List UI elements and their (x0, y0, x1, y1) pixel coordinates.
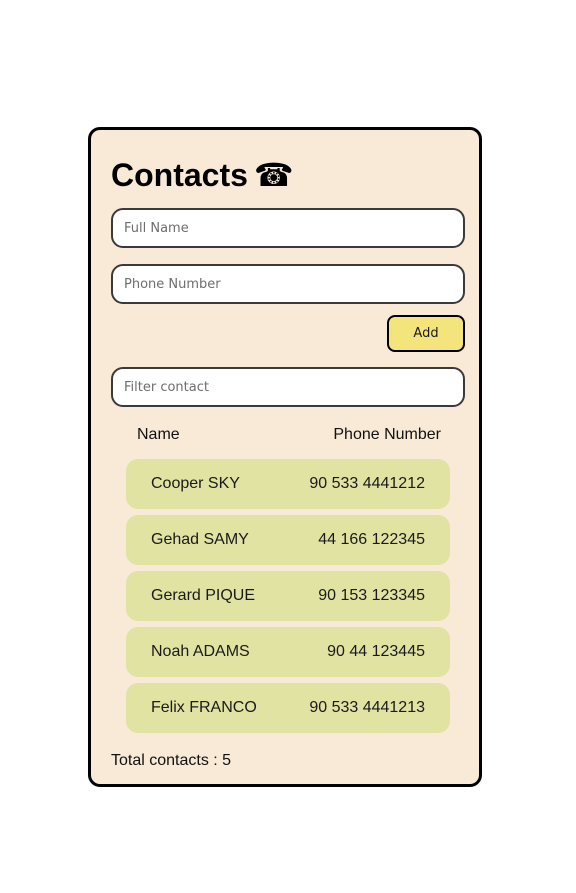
contact-row[interactable]: Noah ADAMS 90 44 123445 (126, 627, 450, 677)
column-header-phone: Phone Number (333, 426, 441, 443)
telephone-icon: ☎ (253, 157, 294, 193)
contact-phone: 44 166 122345 (318, 531, 425, 548)
contact-row[interactable]: Cooper SKY 90 533 4441212 (126, 459, 450, 509)
title-text: Contacts (111, 157, 248, 193)
contact-name: Cooper SKY (151, 475, 240, 492)
page-title: Contacts ☎ (111, 156, 294, 194)
contact-row[interactable]: Gerard PIQUE 90 153 123345 (126, 571, 450, 621)
contacts-card: Contacts☎ Add Name Phone Number Cooper S… (88, 127, 482, 787)
phone-number-input[interactable] (111, 264, 465, 304)
contact-phone: 90 533 4441213 (309, 699, 425, 716)
column-header-name: Name (137, 426, 180, 443)
contact-phone: 90 44 123445 (327, 643, 425, 660)
contact-name: Gehad SAMY (151, 531, 249, 548)
add-button[interactable]: Add (387, 315, 465, 352)
contact-row[interactable]: Gehad SAMY 44 166 122345 (126, 515, 450, 565)
contact-list: Cooper SKY 90 533 4441212 Gehad SAMY 44 … (126, 459, 450, 739)
contact-name: Felix FRANCO (151, 699, 257, 716)
contact-name: Gerard PIQUE (151, 587, 256, 604)
contact-phone: 90 533 4441212 (309, 475, 425, 492)
filter-contact-input[interactable] (111, 367, 465, 407)
total-contacts-label: Total contacts : 5 (111, 752, 232, 769)
table-header: Name Phone Number (137, 426, 441, 444)
contact-row[interactable]: Felix FRANCO 90 533 4441213 (126, 683, 450, 733)
full-name-input[interactable] (111, 208, 465, 248)
contact-phone: 90 153 123345 (318, 587, 425, 604)
contact-name: Noah ADAMS (151, 643, 250, 660)
